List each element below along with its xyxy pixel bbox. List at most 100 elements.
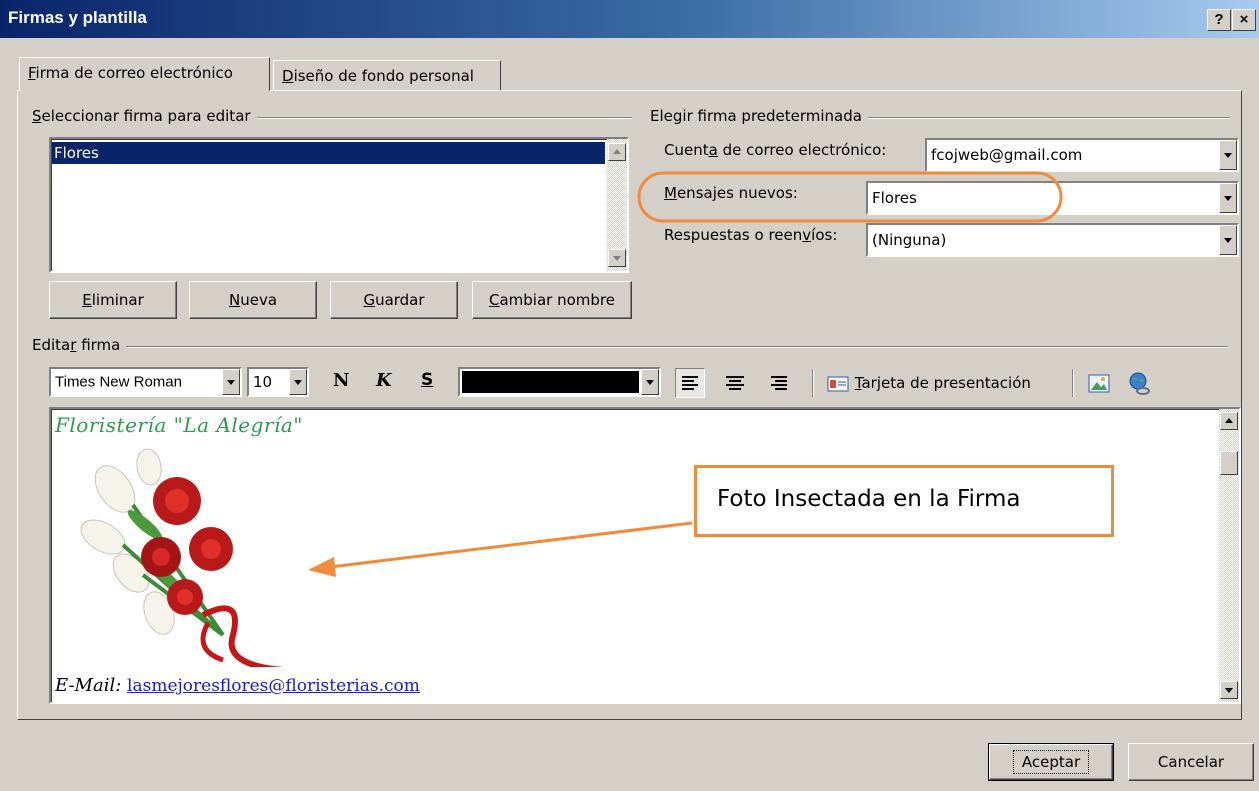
signature-heading-text: Floristería "La Alegría" <box>55 413 303 437</box>
scroll-down-button[interactable] <box>1220 681 1238 699</box>
label-part: íos: <box>811 226 838 244</box>
title-bar[interactable]: Firmas y plantilla ? × <box>0 0 1259 38</box>
signature-heading: Floristería "La Alegría" <box>55 413 303 437</box>
account-select-value: fcojweb@gmail.com <box>931 146 1083 164</box>
align-right-icon <box>771 376 787 390</box>
red-ribbon <box>200 605 284 667</box>
button-label-accel: G <box>363 291 376 309</box>
button-label-accel: C <box>489 291 500 309</box>
help-icon: ? <box>1214 11 1224 28</box>
tab-label: irma de correo electrónico <box>35 64 233 82</box>
rename-button[interactable]: Cambiar nombre <box>472 281 632 319</box>
button-label: uardar <box>375 291 425 309</box>
group-divider <box>32 346 1228 348</box>
select-signature-group-title: Seleccionar firma para editar <box>30 107 257 125</box>
toolbar-separator <box>1072 369 1074 397</box>
replies-label: Respuestas o reenvíos: <box>664 226 837 244</box>
button-label: ueva <box>240 291 278 309</box>
chevron-down-icon[interactable] <box>289 369 307 395</box>
align-left-button[interactable] <box>675 368 705 398</box>
flower-bouquet-image <box>80 448 284 667</box>
edit-signature-group-title: Editar firma <box>30 336 127 354</box>
align-center-button[interactable] <box>721 369 749 397</box>
list-item-label: Flores <box>54 144 99 162</box>
underline-icon: S <box>421 370 434 390</box>
button-label: liminar <box>91 291 144 309</box>
highlight-ellipse-shape <box>637 171 1063 223</box>
tab-label: iseño de fondo personal <box>293 67 474 85</box>
font-size-select-value: 10 <box>253 373 273 391</box>
list-scrollbar[interactable] <box>607 139 627 271</box>
highlight-ellipse <box>637 171 1063 223</box>
annotation-text: Foto Insectada en la Firma <box>717 486 1021 512</box>
close-button[interactable]: × <box>1232 9 1256 31</box>
list-item-selected[interactable]: Flores <box>52 142 605 164</box>
cancel-button-label: Cancelar <box>1157 753 1225 771</box>
replies-select-value: (Ninguna) <box>872 231 947 249</box>
signature-listbox[interactable]: Flores <box>49 137 629 273</box>
font-select-value: Times New Roman <box>55 373 182 391</box>
italic-button[interactable]: K <box>376 370 392 391</box>
label-part: de correo electrónico: <box>717 141 887 159</box>
bold-button[interactable]: N <box>333 370 349 391</box>
help-button[interactable]: ? <box>1207 9 1231 31</box>
bold-icon: N <box>333 370 350 391</box>
button-label-accel: N <box>228 291 241 309</box>
insert-hyperlink-button[interactable] <box>1126 370 1154 398</box>
chevron-down-icon[interactable] <box>222 369 240 395</box>
scroll-up-button[interactable] <box>608 143 626 161</box>
chevron-down-icon[interactable] <box>1219 140 1237 170</box>
chevron-down-icon[interactable] <box>641 369 659 395</box>
account-select[interactable]: fcojweb@gmail.com <box>925 138 1239 172</box>
label-part: eleccionar firma para editar <box>41 107 251 125</box>
tab-personal-stationery[interactable]: Diseño de fondo personal <box>273 60 501 90</box>
label-part: Cuent <box>664 141 709 159</box>
cancel-button[interactable]: Cancelar <box>1128 743 1254 781</box>
button-label-accel: E <box>82 291 92 309</box>
align-center-icon <box>726 376 744 390</box>
signature-email-label: E-Mail: <box>55 675 122 696</box>
label-accel: a <box>708 141 718 159</box>
annotation-arrow-head <box>308 557 336 577</box>
color-select[interactable] <box>458 367 661 397</box>
align-left-icon <box>682 376 698 390</box>
vcard-button[interactable]: Tarjeta de presentación <box>826 368 1031 398</box>
tab-label-accel: F <box>28 64 36 82</box>
label-part: Respuestas o reen <box>664 226 803 244</box>
signature-email-link[interactable]: lasmejoresflores@floristerias.com <box>127 676 420 696</box>
picture-icon <box>1088 374 1110 393</box>
scroll-down-button[interactable] <box>608 249 626 267</box>
annotation-box: Foto Insectada en la Firma <box>694 465 1114 537</box>
chevron-down-icon[interactable] <box>1219 225 1237 255</box>
italic-icon: K <box>376 370 392 391</box>
scroll-thumb[interactable] <box>1220 451 1238 475</box>
label-part: firma <box>76 336 121 354</box>
new-button[interactable]: Nueva <box>189 281 317 319</box>
annotation-arrow-line <box>329 521 693 569</box>
font-size-select[interactable]: 10 <box>247 367 309 397</box>
label-accel: v <box>802 226 812 244</box>
font-select[interactable]: Times New Roman <box>49 367 242 397</box>
ok-button-face[interactable]: Aceptar <box>989 744 1113 780</box>
chevron-down-icon[interactable] <box>1219 183 1237 213</box>
delete-button[interactable]: Eliminar <box>49 281 177 319</box>
signature-email-line: E-Mail: lasmejoresflores@floristerias.co… <box>55 675 420 696</box>
window-title: Firmas y plantilla <box>8 8 147 27</box>
save-button[interactable]: Guardar <box>330 281 458 319</box>
tab-label-accel: D <box>282 67 294 85</box>
replies-select[interactable]: (Ninguna) <box>866 223 1239 257</box>
close-icon: × <box>1239 11 1249 28</box>
default-signature-group-title: Elegir firma predeterminada <box>648 107 868 125</box>
toolbar-separator <box>812 369 814 397</box>
editor-scrollbar[interactable] <box>1219 409 1239 702</box>
ok-button[interactable]: Aceptar <box>988 743 1114 781</box>
underline-button[interactable]: S <box>421 370 433 390</box>
button-label: ambiar nombre <box>499 291 615 309</box>
align-right-button[interactable] <box>765 369 793 397</box>
tab-email-signature[interactable]: Firma de correo electrónico <box>19 57 270 91</box>
label-part: Edita <box>32 336 71 354</box>
hyperlink-globe-icon <box>1129 372 1150 395</box>
annotation-arrow <box>308 521 693 577</box>
scroll-up-button[interactable] <box>1220 412 1238 430</box>
insert-picture-button[interactable] <box>1086 371 1112 397</box>
